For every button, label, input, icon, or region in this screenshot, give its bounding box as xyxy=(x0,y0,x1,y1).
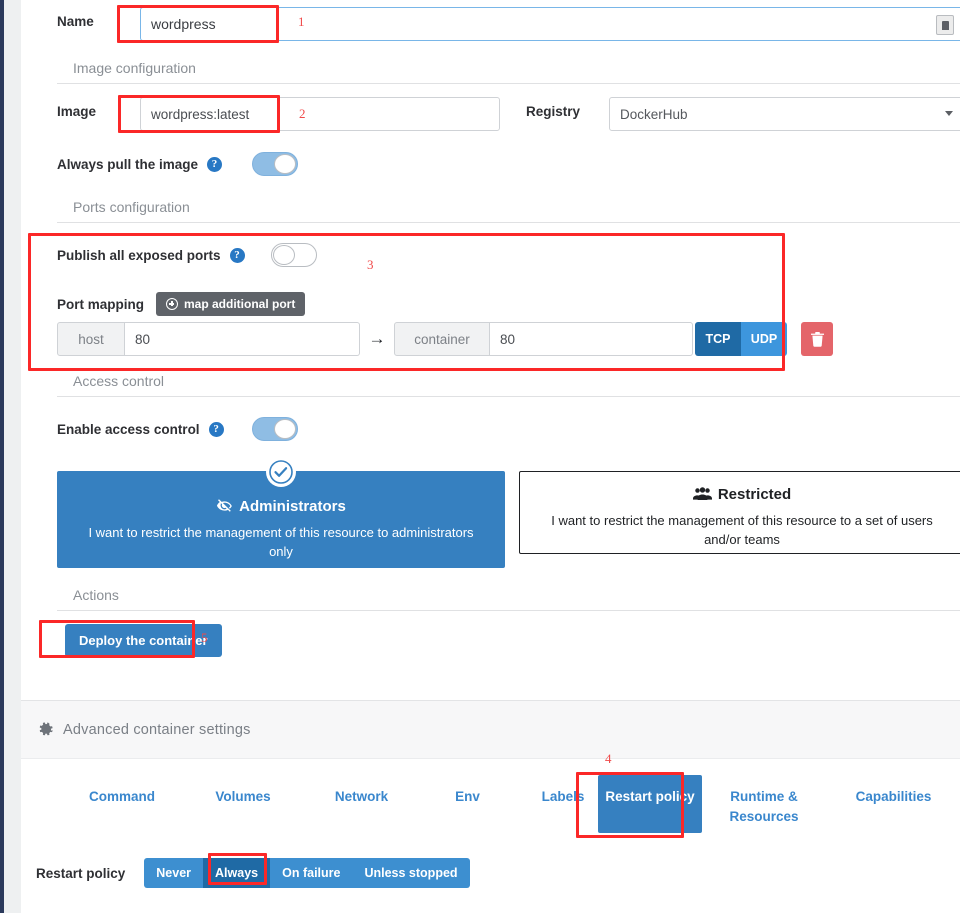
deploy-container-button[interactable]: Deploy the container xyxy=(65,624,222,657)
name-input[interactable] xyxy=(141,8,901,40)
tab-command[interactable]: Command xyxy=(67,775,177,807)
ports-configuration-heading: Ports configuration xyxy=(73,199,190,215)
name-label: Name xyxy=(57,14,94,29)
access-control-heading: Access control xyxy=(73,373,165,389)
enable-access-control-toggle[interactable] xyxy=(251,417,298,441)
trash-icon[interactable] xyxy=(801,322,833,356)
tab-capabilities[interactable]: Capabilities xyxy=(836,775,951,807)
host-port-input[interactable] xyxy=(125,322,360,356)
map-additional-port-label: map additional port xyxy=(184,297,296,311)
tab-network[interactable]: Network xyxy=(309,775,414,807)
restart-policy-label: Restart policy xyxy=(36,865,126,881)
name-input-wrapper[interactable] xyxy=(140,7,960,41)
host-addon-label: host xyxy=(57,322,125,356)
registry-label: Registry xyxy=(526,104,581,119)
advanced-settings-header[interactable]: Advanced container settings xyxy=(21,701,960,759)
actions-section-header: Actions xyxy=(57,587,960,611)
selected-check-icon xyxy=(266,457,296,487)
help-icon-access-control[interactable]: ? xyxy=(208,421,224,437)
restart-policy-options: Never Always On failure Unless stopped xyxy=(144,858,470,888)
tab-labels[interactable]: Labels xyxy=(518,775,608,807)
map-additional-port-button[interactable]: map additional port xyxy=(156,292,306,316)
port-mapping-label: Port mapping xyxy=(57,296,144,312)
access-card-restricted[interactable]: Restricted I want to restrict the manage… xyxy=(519,471,960,554)
plus-icon xyxy=(166,298,178,310)
access-card-administrators-description: I want to restrict the management of thi… xyxy=(88,525,474,559)
restart-option-on-failure[interactable]: On failure xyxy=(270,858,353,888)
container-addon-label: container xyxy=(394,322,490,356)
publish-all-toggle[interactable] xyxy=(270,243,317,267)
always-pull-label: Always pull the image xyxy=(57,156,199,172)
port-mapping-inputs: host → container TCP UDP xyxy=(57,322,833,356)
restart-option-unless-stopped[interactable]: Unless stopped xyxy=(352,858,470,888)
restart-policy-row: Restart policy Never Always On failure U… xyxy=(36,858,470,888)
section-divider xyxy=(57,83,960,84)
advanced-tabs: Command Volumes Network Env Labels Resta… xyxy=(36,775,944,837)
enable-access-control-label: Enable access control xyxy=(57,421,200,437)
actions-heading: Actions xyxy=(73,587,119,603)
image-input[interactable] xyxy=(140,97,500,131)
annotation-number-5: 5 xyxy=(201,630,208,645)
help-icon-publish-all[interactable]: ? xyxy=(229,247,245,263)
container-port-input[interactable] xyxy=(490,322,693,356)
access-card-restricted-title: Restricted xyxy=(546,486,938,503)
access-card-administrators[interactable]: Administrators I want to restrict the ma… xyxy=(57,457,505,568)
restart-option-always[interactable]: Always xyxy=(203,858,271,888)
restart-option-never[interactable]: Never xyxy=(144,858,204,888)
tab-env[interactable]: Env xyxy=(430,775,505,807)
name-row: Name xyxy=(57,14,94,29)
port-mapping-row: Port mapping map additional port xyxy=(57,292,306,316)
eye-slash-icon xyxy=(217,499,232,512)
publish-all-label: Publish all exposed ports xyxy=(57,247,221,263)
section-divider xyxy=(57,610,960,611)
registry-selected-value: DockerHub xyxy=(620,106,688,122)
ports-configuration-section-header: Ports configuration xyxy=(57,199,960,223)
registry-select[interactable]: DockerHub xyxy=(609,97,960,131)
access-card-restricted-description: I want to restrict the management of thi… xyxy=(551,513,933,547)
password-manager-icon[interactable] xyxy=(936,15,954,35)
image-configuration-section-header: Image configuration xyxy=(57,60,960,84)
section-divider xyxy=(57,396,960,397)
publish-all-row: Publish all exposed ports ? xyxy=(57,243,317,267)
annotation-number-2: 2 xyxy=(299,106,306,121)
registry-row-label: Registry xyxy=(526,104,580,119)
enable-access-control-row: Enable access control ? xyxy=(57,417,298,441)
always-pull-toggle[interactable] xyxy=(252,152,299,176)
toggle-knob xyxy=(272,245,295,265)
access-card-administrators-title: Administrators xyxy=(84,498,478,515)
container-config-panel: Name Image configuration Image Registry … xyxy=(21,0,960,684)
annotation-number-3: 3 xyxy=(367,257,374,272)
gear-icon xyxy=(38,722,53,737)
toggle-knob xyxy=(274,154,297,174)
image-row-label: Image xyxy=(57,104,96,119)
access-control-section-header: Access control xyxy=(57,373,960,397)
advanced-settings-panel: Advanced container settings Command Volu… xyxy=(21,700,960,913)
protocol-udp-button[interactable]: UDP xyxy=(741,322,787,356)
always-pull-row: Always pull the image ? xyxy=(57,152,299,176)
annotation-number-4: 4 xyxy=(605,751,612,766)
page-gutter xyxy=(4,0,21,913)
users-icon xyxy=(692,487,712,501)
annotation-number-1: 1 xyxy=(298,14,305,29)
container-create-page: Name Image configuration Image Registry … xyxy=(0,0,960,913)
chevron-down-icon xyxy=(945,111,953,116)
image-label: Image xyxy=(57,104,97,119)
protocol-tcp-button[interactable]: TCP xyxy=(695,322,741,356)
image-configuration-heading: Image configuration xyxy=(73,60,196,76)
tab-volumes[interactable]: Volumes xyxy=(193,775,293,807)
toggle-knob xyxy=(273,419,296,439)
tab-restart-policy[interactable]: Restart policy xyxy=(598,775,702,833)
arrow-icon: → xyxy=(368,329,386,348)
section-divider xyxy=(57,222,960,223)
tab-runtime-resources[interactable]: Runtime & Resources xyxy=(715,775,813,827)
advanced-settings-title: Advanced container settings xyxy=(63,721,251,738)
help-icon-always-pull[interactable]: ? xyxy=(207,156,223,172)
